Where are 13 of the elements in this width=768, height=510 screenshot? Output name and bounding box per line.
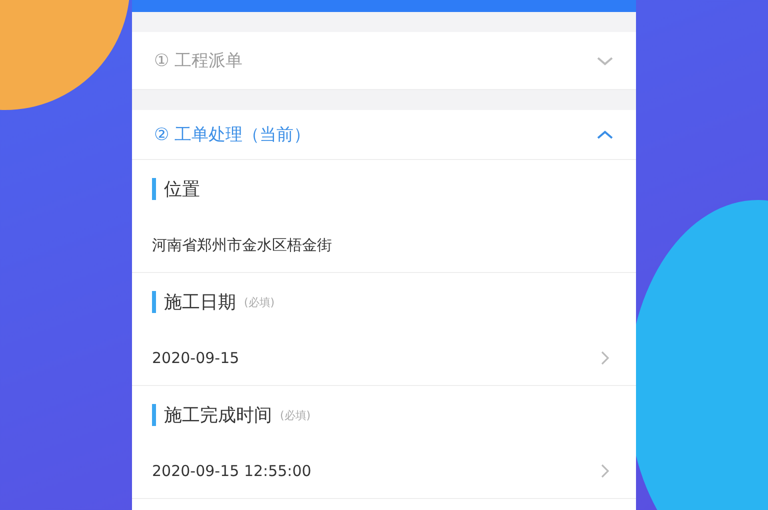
field-label: 位置 bbox=[164, 178, 200, 201]
chevron-icon bbox=[596, 130, 614, 140]
accent-bar bbox=[152, 404, 156, 426]
field-label: 施工日期 bbox=[164, 291, 236, 314]
field-label: 施工完成时间 bbox=[164, 404, 272, 427]
accent-bar bbox=[152, 178, 156, 200]
field-value: 河南省郑州市金水区梧金街 bbox=[152, 234, 333, 256]
chevron-icon bbox=[596, 56, 614, 66]
chevron-right-icon bbox=[600, 463, 610, 479]
required-hint: (必填) bbox=[280, 408, 311, 422]
chevron-right-icon bbox=[600, 350, 610, 366]
required-hint: (必填) bbox=[244, 294, 275, 310]
accent-bar bbox=[152, 291, 156, 313]
